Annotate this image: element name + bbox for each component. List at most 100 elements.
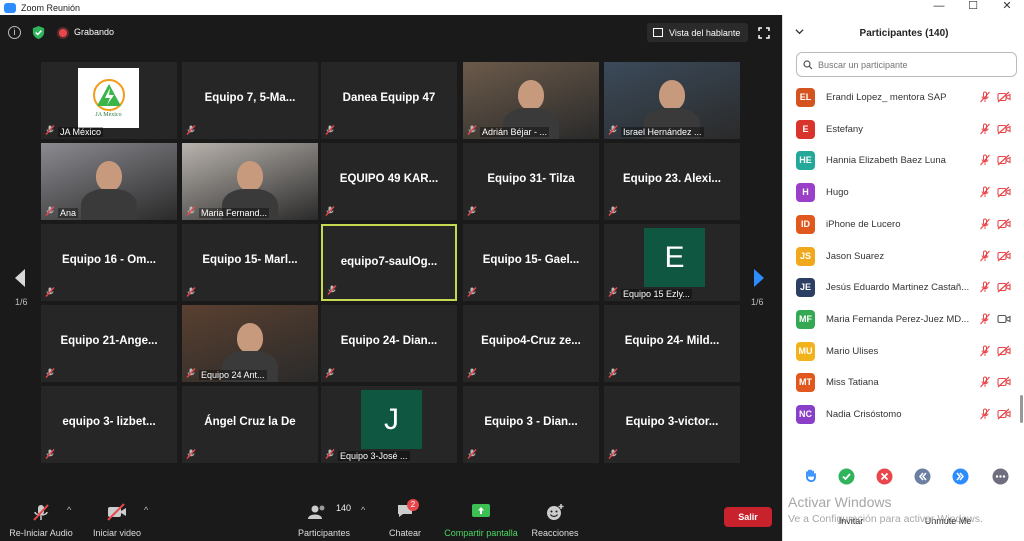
participant-name-label: Danea Equipp 47 bbox=[342, 92, 436, 104]
participant-video-tile[interactable]: Equipo 7, 5-Ma... bbox=[182, 62, 318, 139]
participant-video-tile[interactable]: Equipo 24- Dian... bbox=[321, 305, 457, 382]
participant-row[interactable]: JS Jason Suarez bbox=[783, 241, 1024, 271]
unmute-button[interactable]: Re-Iniciar Audio bbox=[5, 493, 77, 541]
go-faster-icon[interactable] bbox=[952, 468, 969, 485]
participant-row[interactable]: MT Miss Tatiana bbox=[783, 367, 1024, 397]
participant-search[interactable] bbox=[796, 52, 1017, 77]
participant-name-label: Equipo 3-victor... bbox=[625, 416, 719, 428]
participant-video-tile[interactable]: Israel Hernández ... bbox=[604, 62, 740, 139]
close-button[interactable]: ✕ bbox=[990, 0, 1024, 15]
participant-row[interactable]: H Hugo bbox=[783, 177, 1024, 207]
participant-video-tile[interactable]: Equipo 16 - Om... bbox=[41, 224, 177, 301]
video-off-icon[interactable] bbox=[997, 345, 1011, 357]
more-options-icon[interactable] bbox=[992, 468, 1009, 485]
participant-row[interactable]: E Estefany bbox=[783, 114, 1024, 144]
video-options-caret-icon[interactable]: ^ bbox=[144, 505, 148, 515]
participant-video-tile[interactable]: Ángel Cruz la De bbox=[182, 386, 318, 463]
muted-mic-icon[interactable] bbox=[979, 408, 991, 420]
participant-video-tile[interactable]: Equipo 23. Alexi... bbox=[604, 143, 740, 220]
participant-video-tile[interactable]: Ana bbox=[41, 143, 177, 220]
fullscreen-icon[interactable] bbox=[758, 27, 770, 39]
participant-video-tile[interactable]: Equipo 21-Ange... bbox=[41, 305, 177, 382]
audio-options-caret-icon[interactable]: ^ bbox=[67, 505, 71, 515]
video-off-icon[interactable] bbox=[997, 91, 1011, 103]
participant-video-tile[interactable]: Equipo 3-victor... bbox=[604, 386, 740, 463]
participant-video-tile[interactable]: Maria Fernand... bbox=[182, 143, 318, 220]
participant-video-tile[interactable]: Equipo 24- Mild... bbox=[604, 305, 740, 382]
chat-button[interactable]: Chatear bbox=[384, 493, 426, 541]
participant-name-label: equipo 3- lizbet... bbox=[62, 416, 156, 428]
participant-row[interactable]: HE Hannia Elizabeth Baez Luna bbox=[783, 145, 1024, 175]
participant-name: Maria Fernanda Perez-Juez MD... bbox=[826, 313, 970, 325]
muted-mic-icon bbox=[186, 449, 196, 459]
start-video-button[interactable]: Iniciar video bbox=[86, 493, 148, 541]
video-off-icon[interactable] bbox=[997, 218, 1011, 230]
muted-mic-icon[interactable] bbox=[979, 186, 991, 198]
participant-video-tile[interactable]: equipo7-saulOg... bbox=[321, 224, 457, 301]
participant-video-tile[interactable]: Equipo 15- Gael... bbox=[463, 224, 599, 301]
participant-row[interactable]: EL Erandi Lopez_ mentora SAP bbox=[783, 82, 1024, 112]
prev-page-arrow-icon[interactable] bbox=[13, 268, 27, 288]
participant-video-tile[interactable]: Equipo 15- Marl... bbox=[182, 224, 318, 301]
video-off-icon[interactable] bbox=[997, 281, 1011, 293]
participant-video-tile[interactable]: equipo 3- lizbet... bbox=[41, 386, 177, 463]
participant-video-tile[interactable]: Equipo 31- Tilza bbox=[463, 143, 599, 220]
participant-video-tile[interactable]: EQUIPO 49 KAR... bbox=[321, 143, 457, 220]
muted-mic-icon[interactable] bbox=[979, 313, 991, 325]
leave-meeting-button[interactable]: Salir bbox=[724, 507, 772, 527]
no-cross-icon[interactable] bbox=[876, 468, 893, 485]
muted-mic-icon[interactable] bbox=[979, 123, 991, 135]
muted-mic-icon[interactable] bbox=[979, 154, 991, 166]
participant-caption: Ana bbox=[58, 208, 79, 218]
participant-video-tile[interactable]: Equipo4-Cruz ze... bbox=[463, 305, 599, 382]
video-off-icon[interactable] bbox=[997, 250, 1011, 262]
participants-button[interactable]: Participantes bbox=[293, 493, 355, 541]
muted-mic-icon[interactable] bbox=[979, 345, 991, 357]
participant-video-tile[interactable]: Danea Equipp 47 bbox=[321, 62, 457, 139]
participants-options-caret-icon[interactable]: ^ bbox=[361, 505, 365, 515]
next-page-arrow-icon[interactable] bbox=[752, 268, 766, 288]
yes-check-icon[interactable] bbox=[838, 468, 855, 485]
participant-row[interactable]: ID iPhone de Lucero bbox=[783, 209, 1024, 239]
raise-hand-icon[interactable] bbox=[802, 468, 819, 485]
muted-mic-icon[interactable] bbox=[979, 376, 991, 388]
participant-video-tile[interactable]: JA México JA México bbox=[41, 62, 177, 139]
participant-initials: EL bbox=[799, 92, 812, 102]
participant-video-tile[interactable]: Equipo 3 - Dian... bbox=[463, 386, 599, 463]
person-shoulders bbox=[81, 189, 137, 220]
go-slower-icon[interactable] bbox=[914, 468, 931, 485]
muted-mic-icon[interactable] bbox=[979, 91, 991, 103]
participant-video-tile[interactable]: J Equipo 3-José ... bbox=[321, 386, 457, 463]
participant-row[interactable]: NC Nadia Crisóstomo bbox=[783, 399, 1024, 429]
security-shield-icon[interactable] bbox=[31, 25, 46, 40]
video-off-icon[interactable] bbox=[997, 376, 1011, 388]
muted-mic-icon bbox=[186, 368, 196, 378]
video-on-icon[interactable] bbox=[997, 313, 1011, 325]
info-icon[interactable]: i bbox=[8, 26, 21, 39]
participant-list-scrollbar[interactable] bbox=[1020, 395, 1023, 423]
muted-mic-icon[interactable] bbox=[979, 281, 991, 293]
participant-row[interactable]: MF Maria Fernanda Perez-Juez MD... bbox=[783, 304, 1024, 334]
minimize-button[interactable]: — bbox=[922, 0, 956, 15]
muted-mic-icon bbox=[186, 287, 196, 297]
video-off-icon[interactable] bbox=[997, 408, 1011, 420]
video-off-icon[interactable] bbox=[997, 123, 1011, 135]
video-off-icon[interactable] bbox=[997, 186, 1011, 198]
participant-avatar: MF bbox=[796, 309, 815, 329]
video-off-icon[interactable] bbox=[997, 154, 1011, 166]
participant-video-tile[interactable]: Adrián Béjar - ... bbox=[463, 62, 599, 139]
speaker-view-button[interactable]: Vista del hablante bbox=[647, 23, 748, 42]
participant-search-input[interactable] bbox=[818, 57, 1008, 73]
ja-logo-text: JA México bbox=[95, 112, 122, 118]
participant-name-label: Equipo4-Cruz ze... bbox=[481, 335, 581, 347]
participant-row[interactable]: JE Jesús Eduardo Martinez Castañ... bbox=[783, 272, 1024, 302]
participant-video-tile[interactable]: E Equipo 15 Ezly... bbox=[604, 224, 740, 301]
reactions-button[interactable]: Reacciones bbox=[528, 493, 582, 541]
participant-row[interactable]: MU Mario Ulises bbox=[783, 336, 1024, 366]
muted-mic-icon[interactable] bbox=[979, 218, 991, 230]
participant-video-tile[interactable]: Equipo 24 Ant... bbox=[182, 305, 318, 382]
muted-mic-icon[interactable] bbox=[979, 250, 991, 262]
maximize-button[interactable]: ☐ bbox=[956, 0, 990, 15]
share-screen-button[interactable]: Compartir pantalla bbox=[440, 493, 522, 541]
muted-mic-icon bbox=[608, 125, 618, 135]
